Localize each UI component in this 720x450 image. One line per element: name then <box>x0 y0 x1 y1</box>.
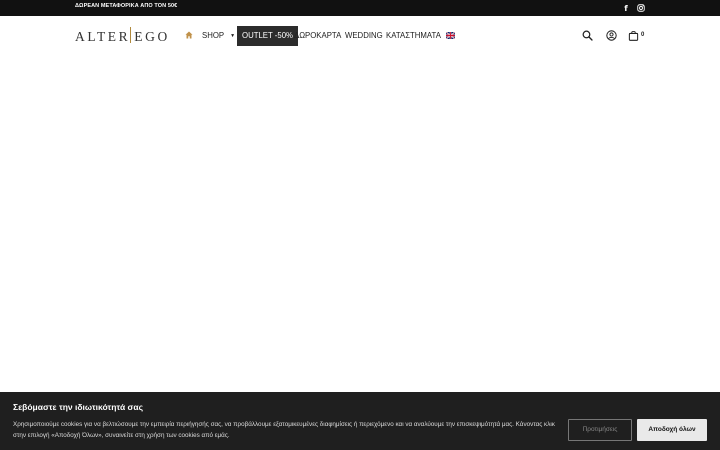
cookie-accept-all-button[interactable]: Αποδοχή όλων <box>637 419 707 441</box>
account-icon[interactable] <box>606 30 618 42</box>
free-shipping-promo: ΔΩΡΕΑΝ ΜΕΤΑΦΟΡΙΚΑ ΑΠΟ ΤΟΝ 50€ <box>75 3 178 9</box>
nav-giftcard[interactable]: ΔΩΡΟΚΑΡΤΑ <box>294 26 341 46</box>
cart-icon[interactable] <box>628 30 640 42</box>
logo-text-left: ALTER <box>75 29 131 44</box>
cookie-preferences-button[interactable]: Προτιμήσεις <box>568 419 632 441</box>
home-icon[interactable] <box>185 31 193 39</box>
nav-shop-label: SHOP <box>202 31 225 40</box>
site-header: ALTER EGO SHOP ▼ OUTLET -50% ΔΩΡΟΚΑΡΤΑ WE… <box>0 16 720 56</box>
search-icon[interactable] <box>582 30 594 42</box>
nav-stores[interactable]: ΚΑΤΑΣΤΗΜΑΤΑ <box>386 26 441 46</box>
nav-wedding[interactable]: WEDDING <box>345 26 383 46</box>
chevron-down-icon: ▼ <box>230 33 236 39</box>
top-promo-bar: ΔΩΡΕΑΝ ΜΕΤΑΦΟΡΙΚΑ ΑΠΟ ΤΟΝ 50€ f <box>0 0 720 16</box>
alterego-logo[interactable]: ALTER EGO <box>75 26 170 48</box>
cookie-title: Σεβόμαστε την ιδιωτικότητά σας <box>13 402 143 412</box>
cart-count-badge: 0 <box>641 32 645 38</box>
logo-divider <box>130 27 132 43</box>
uk-flag-icon[interactable] <box>446 32 455 39</box>
logo-text-right: EGO <box>134 29 170 44</box>
instagram-icon[interactable] <box>636 3 646 13</box>
cookie-consent-banner: Σεβόμαστε την ιδιωτικότητά σας Χρησιμοπο… <box>0 392 720 450</box>
cookie-description: Χρησιμοποιούμε cookies για να βελτιώσουμ… <box>13 421 555 439</box>
facebook-icon[interactable]: f <box>621 3 631 13</box>
nav-outlet[interactable]: OUTLET -50% <box>237 26 298 46</box>
nav-shop[interactable]: SHOP ▼ <box>202 26 235 46</box>
